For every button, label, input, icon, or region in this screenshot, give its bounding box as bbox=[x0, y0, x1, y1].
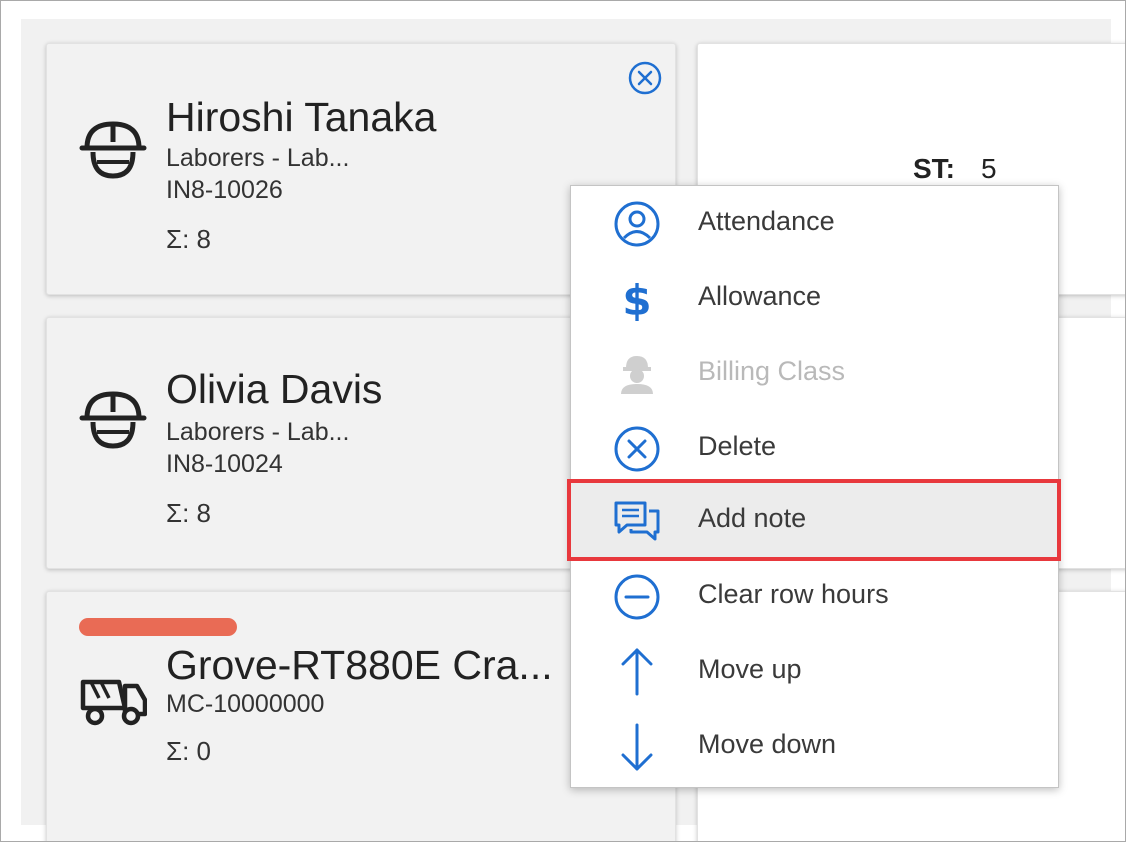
card-trade: Laborers - Lab... bbox=[166, 418, 350, 446]
arrow-up-icon bbox=[621, 648, 653, 696]
screenshot-frame: Hiroshi Tanaka Laborers - Lab... IN8-100… bbox=[0, 0, 1126, 842]
hard-hat-worker-icon bbox=[79, 391, 147, 449]
menu-item-label: Clear row hours bbox=[698, 579, 889, 609]
status-bar bbox=[79, 618, 237, 636]
menu-item-attendance[interactable]: Attendance bbox=[571, 186, 1058, 261]
menu-item-label: Delete bbox=[698, 431, 777, 461]
dump-truck-icon bbox=[80, 679, 147, 726]
circle-minus-icon bbox=[614, 574, 660, 620]
dollar-icon: $ bbox=[622, 276, 651, 325]
menu-item-label: Move up bbox=[698, 654, 802, 684]
card-hours-sum: Σ: 8 bbox=[166, 224, 211, 254]
card-name: Olivia Davis bbox=[166, 366, 383, 412]
menu-item-label: Billing Class bbox=[698, 356, 846, 386]
menu-item-move-down[interactable]: Move down bbox=[571, 709, 1058, 784]
circle-x-icon bbox=[614, 426, 660, 472]
menu-item-delete[interactable]: Delete bbox=[571, 411, 1058, 486]
st-label: ST: bbox=[913, 153, 955, 184]
menu-item-label: Attendance bbox=[698, 206, 835, 236]
card-code: IN8-10026 bbox=[166, 176, 283, 204]
menu-item-label: Allowance bbox=[698, 281, 822, 311]
menu-item-allowance[interactable]: $ Allowance bbox=[571, 261, 1058, 336]
hard-hat-worker-icon bbox=[79, 121, 147, 179]
card-hours-sum: Σ: 0 bbox=[166, 736, 211, 766]
worker-icon bbox=[621, 356, 653, 394]
menu-item-clear-row-hours[interactable]: Clear row hours bbox=[571, 559, 1058, 634]
menu-item-billing-class: Billing Class bbox=[571, 336, 1058, 411]
user-circle-icon bbox=[614, 201, 660, 247]
close-icon[interactable] bbox=[627, 60, 663, 96]
card-trade: Laborers - Lab... bbox=[166, 144, 350, 172]
menu-item-label: Move down bbox=[698, 729, 837, 759]
svg-text:$: $ bbox=[622, 276, 651, 325]
card-code: MC-10000000 bbox=[166, 690, 325, 718]
card-name: Grove-RT880E Cra... bbox=[166, 642, 553, 688]
card-code: IN8-10024 bbox=[166, 450, 283, 478]
menu-item-move-up[interactable]: Move up bbox=[571, 634, 1058, 709]
highlight-annotation-box bbox=[567, 479, 1061, 561]
st-value[interactable]: 5 bbox=[981, 153, 997, 185]
card-hours-sum: Σ: 8 bbox=[166, 498, 211, 528]
arrow-down-icon bbox=[621, 723, 653, 771]
card-name: Hiroshi Tanaka bbox=[166, 94, 437, 140]
